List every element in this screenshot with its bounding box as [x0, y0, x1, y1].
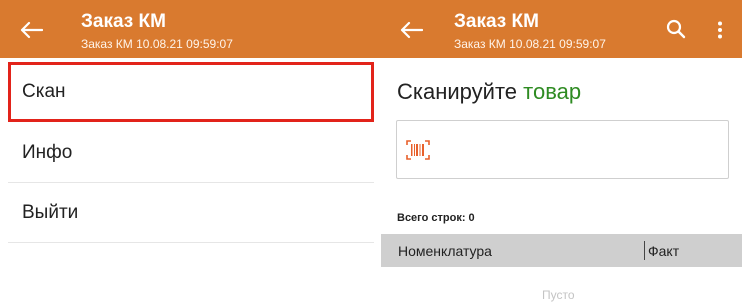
menu-item-info[interactable]: Инфо [8, 123, 374, 183]
rows-count-label: Всего строк: 0 [397, 212, 475, 224]
scan-prompt: Сканируйте товар [397, 79, 581, 105]
menu-item-exit[interactable]: Выйти [8, 183, 374, 243]
search-icon[interactable] [666, 19, 686, 39]
column-header-name[interactable]: Номенклатура [398, 243, 492, 259]
table-header: Номенклатура Факт [381, 234, 742, 267]
more-vertical-icon[interactable] [717, 21, 723, 39]
empty-state-text: Пусто [542, 288, 575, 302]
menu-item-label: Инфо [22, 142, 73, 163]
column-divider [644, 241, 645, 260]
app-subtitle: Заказ КМ 10.08.21 09:59:07 [81, 37, 233, 51]
scan-prompt-accent: товар [523, 79, 582, 104]
scan-input-field[interactable] [396, 120, 729, 179]
app-subtitle: Заказ КМ 10.08.21 09:59:07 [454, 37, 606, 51]
app-title: Заказ КМ [81, 11, 166, 32]
arrow-left-icon[interactable] [19, 21, 43, 39]
barcode-icon [406, 140, 430, 160]
left-screen: Заказ КМ Заказ КМ 10.08.21 09:59:07 Скан… [0, 0, 381, 307]
app-bar: Заказ КМ Заказ КМ 10.08.21 09:59:07 [0, 0, 381, 58]
app-bar: Заказ КМ Заказ КМ 10.08.21 09:59:07 [381, 0, 742, 58]
app-title: Заказ КМ [454, 11, 539, 32]
menu-item-label: Выйти [22, 202, 79, 223]
column-header-fact[interactable]: Факт [648, 243, 679, 259]
scan-prompt-text: Сканируйте [397, 79, 524, 104]
menu-item-scan[interactable]: Скан [8, 62, 374, 122]
menu-item-label: Скан [22, 81, 66, 102]
arrow-left-icon[interactable] [399, 21, 423, 39]
